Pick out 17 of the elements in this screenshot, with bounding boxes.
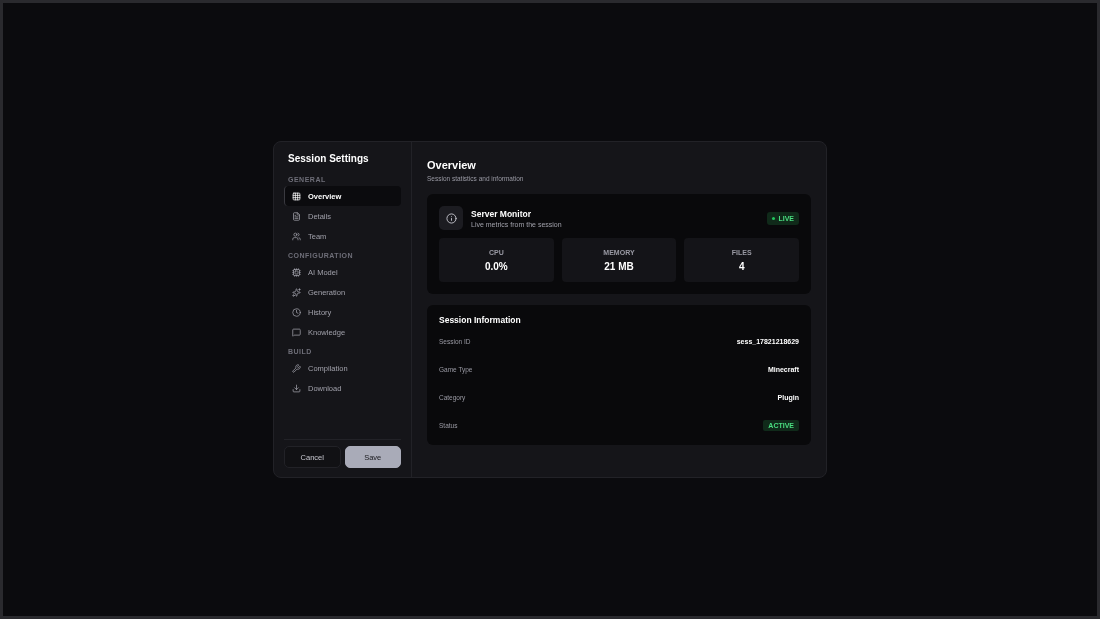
chat-bubble-icon <box>292 327 301 337</box>
dialog-title: Session Settings <box>288 153 370 164</box>
document-icon <box>292 211 301 221</box>
section-title: Overview <box>427 159 477 171</box>
card-title: Session Information <box>439 315 522 325</box>
grid-icon <box>292 191 301 201</box>
metric-value: 21 MB <box>604 260 634 272</box>
info-icon <box>439 206 463 230</box>
metric-value: 0.0% <box>484 260 508 272</box>
wrench-icon <box>292 363 301 373</box>
users-icon <box>292 231 301 241</box>
card-title: Server Monitor <box>471 208 532 219</box>
clock-icon <box>292 307 301 317</box>
sparkles-icon <box>292 287 301 297</box>
metric-value: 4 <box>738 260 745 272</box>
chip-icon <box>292 267 301 277</box>
download-icon <box>292 383 301 393</box>
